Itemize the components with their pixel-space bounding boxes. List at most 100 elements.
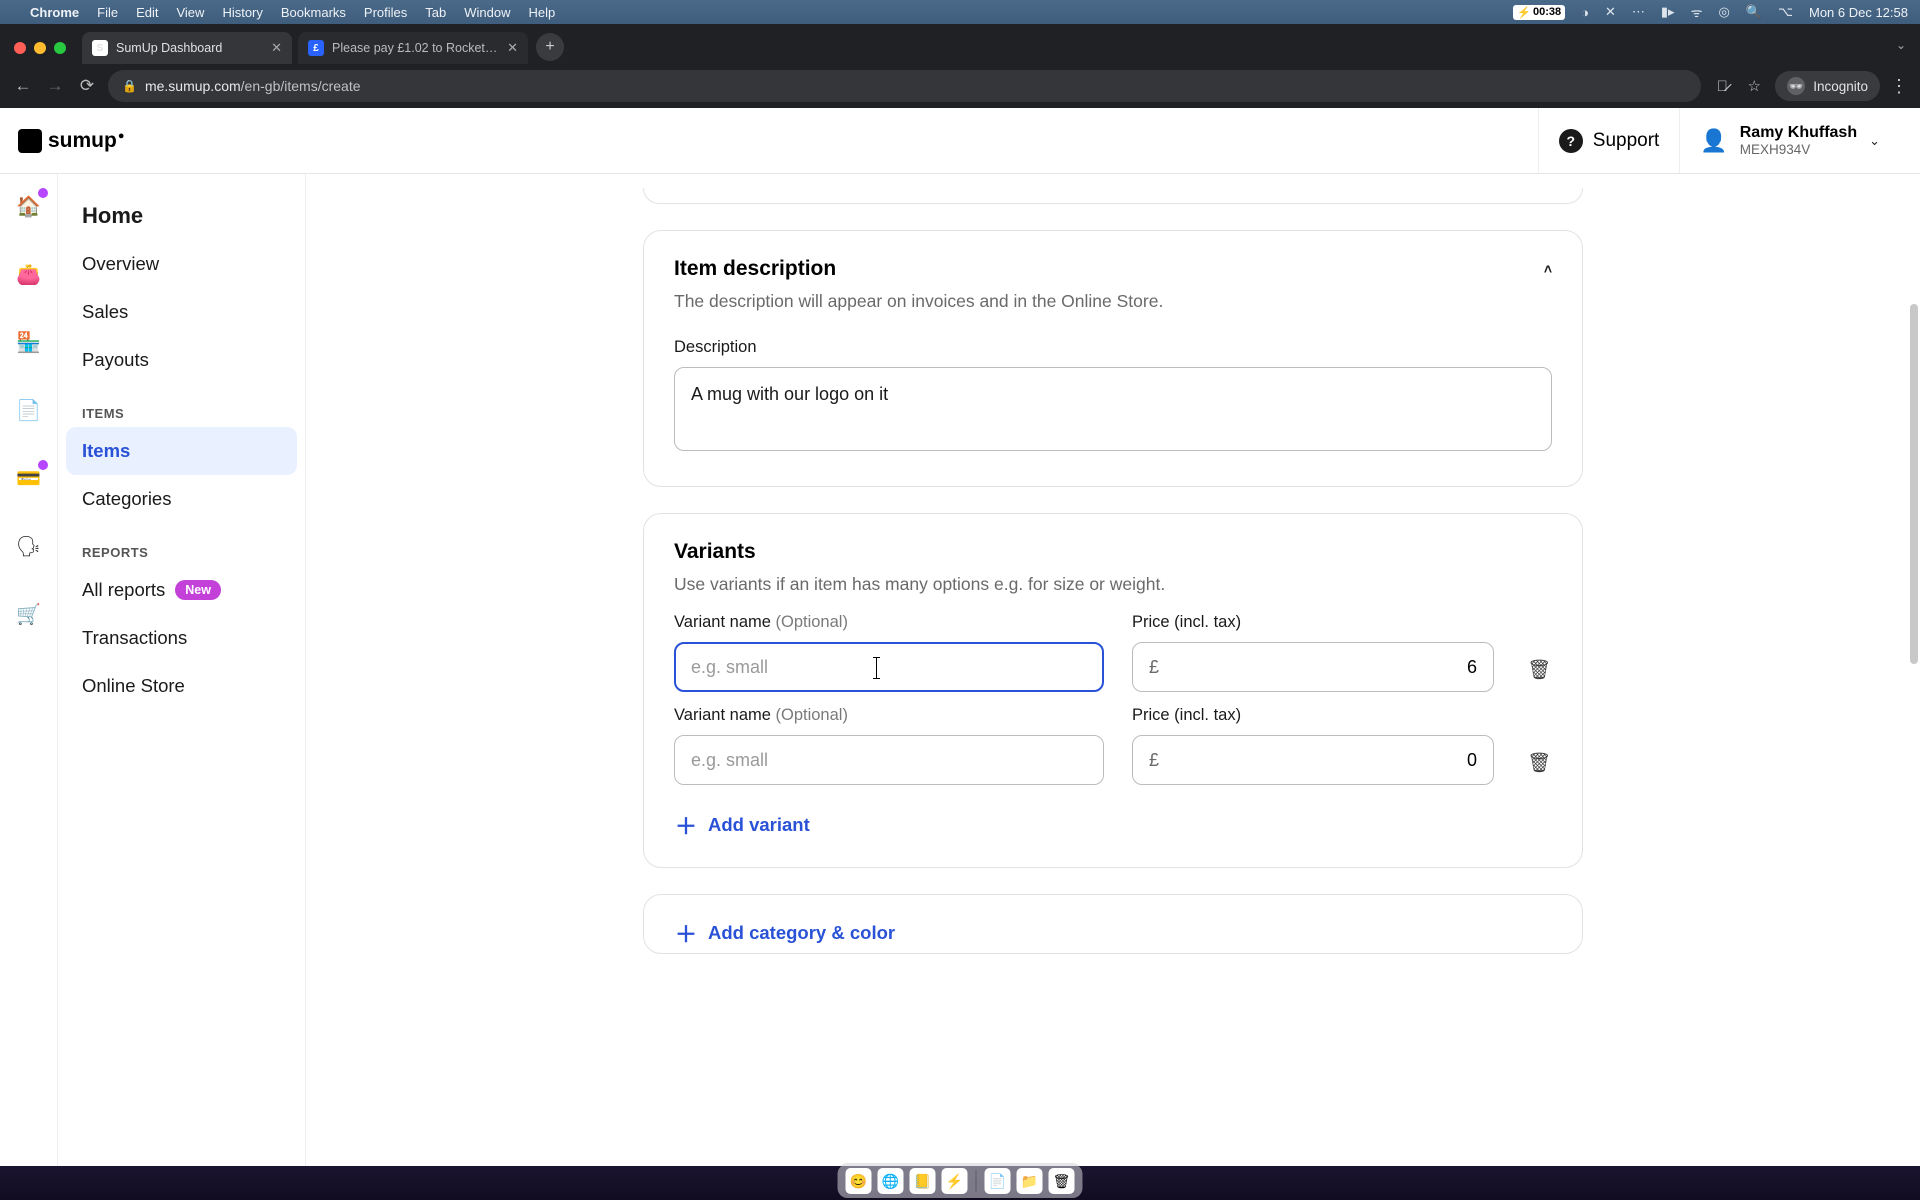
text-cursor-icon: [876, 658, 877, 678]
sidebar-item-overview[interactable]: Overview: [66, 240, 297, 288]
dock-app-icon[interactable]: ⚡: [942, 1168, 968, 1194]
tab-background[interactable]: £ Please pay £1.02 to Rocket Ge ✕: [298, 32, 528, 64]
variant-name-label: Variant name (Optional): [674, 706, 1104, 725]
window-close-button[interactable]: [14, 42, 26, 54]
sidebar-item-label: All reports: [82, 579, 165, 601]
description-input[interactable]: [674, 367, 1552, 451]
address-bar[interactable]: 🔒 me.sumup.com/en-gb/items/create: [108, 70, 1701, 102]
mac-app-name[interactable]: Chrome: [30, 5, 79, 20]
sidebar-item-transactions[interactable]: Transactions: [66, 614, 297, 662]
bookmark-star-icon[interactable]: ☆: [1743, 77, 1765, 95]
new-tab-button[interactable]: +: [536, 33, 564, 61]
category-card: ＋ Add category & color: [643, 894, 1583, 954]
add-category-button[interactable]: ＋ Add category & color: [674, 921, 1552, 945]
browser-toolbar: ← → ⟳ 🔒 me.sumup.com/en-gb/items/create …: [0, 64, 1920, 108]
menubar-icon-3[interactable]: ⋯: [1632, 4, 1645, 20]
rail-cart-icon[interactable]: 🛒: [16, 602, 42, 626]
card-title: Item description: [674, 257, 836, 281]
window-minimize-button[interactable]: [34, 42, 46, 54]
mac-clock[interactable]: Mon 6 Dec 12:58: [1809, 5, 1908, 20]
dock-doc-icon[interactable]: 📄: [985, 1168, 1011, 1194]
tab-title: Please pay £1.02 to Rocket Ge: [332, 41, 499, 55]
sidebar-item-all-reports[interactable]: All reports New: [66, 566, 297, 614]
app-header: sumup● ? Support 👤 Ramy Khuffash MEXH934…: [0, 108, 1920, 174]
icon-rail: 🏠 👛 🏪 📄 💳 🗣 🛒: [0, 174, 58, 1166]
tab-active[interactable]: S SumUp Dashboard ✕: [82, 32, 292, 64]
variant-price-field[interactable]: [1169, 657, 1477, 678]
nav-forward-button[interactable]: →: [44, 76, 66, 96]
delete-variant-icon[interactable]: 🗑: [1527, 751, 1551, 775]
rail-home-icon[interactable]: 🏠: [16, 194, 42, 218]
mac-menu-history[interactable]: History: [222, 5, 262, 20]
dock-trash-icon[interactable]: 🗑: [1049, 1168, 1075, 1194]
tab-close-icon[interactable]: ✕: [507, 40, 518, 56]
mac-menu-profiles[interactable]: Profiles: [364, 5, 407, 20]
rail-wallet-icon[interactable]: 👛: [16, 262, 42, 286]
tab-close-icon[interactable]: ✕: [271, 40, 282, 56]
mac-menu-tab[interactable]: Tab: [425, 5, 446, 20]
eye-off-icon[interactable]: 👁̷: [1711, 78, 1733, 95]
rail-doc-icon[interactable]: 📄: [16, 398, 42, 422]
variant-name-input[interactable]: [674, 642, 1104, 692]
delete-variant-icon[interactable]: 🗑: [1527, 658, 1551, 682]
mac-menu-help[interactable]: Help: [529, 5, 556, 20]
mac-menu-view[interactable]: View: [176, 5, 204, 20]
sidebar-item-categories[interactable]: Categories: [66, 475, 297, 523]
control-center-icon[interactable]: ⌥: [1778, 4, 1793, 20]
battery-status[interactable]: ⚡00:38: [1513, 5, 1565, 20]
variant-price-input[interactable]: £: [1132, 642, 1494, 692]
variant-name-field[interactable]: [691, 657, 1087, 678]
mac-menu-window[interactable]: Window: [464, 5, 510, 20]
variant-price-input[interactable]: £: [1132, 735, 1494, 785]
wifi-icon[interactable]: ᯤ: [1691, 3, 1703, 21]
menubar-user-icon[interactable]: ◎: [1718, 4, 1729, 20]
variant-name-input[interactable]: [674, 735, 1104, 785]
dock-folder-icon[interactable]: 📁: [1017, 1168, 1043, 1194]
spotlight-icon[interactable]: 🔍: [1746, 4, 1762, 20]
variant-price-field[interactable]: [1169, 750, 1477, 771]
window-zoom-button[interactable]: [54, 42, 66, 54]
browser-menu-button[interactable]: ⋮: [1890, 76, 1908, 97]
menubar-power-icon[interactable]: ▮▸: [1661, 4, 1675, 20]
browser-chrome: S SumUp Dashboard ✕ £ Please pay £1.02 t…: [0, 24, 1920, 108]
nav-back-button[interactable]: ←: [12, 76, 34, 96]
incognito-indicator[interactable]: 🕶 Incognito: [1775, 71, 1880, 101]
variant-price-label: Price (incl. tax): [1132, 613, 1494, 632]
mac-menu-edit[interactable]: Edit: [136, 5, 158, 20]
sidebar-item-items[interactable]: Items: [66, 427, 297, 475]
add-variant-button[interactable]: ＋ Add variant: [674, 813, 1552, 837]
mac-menu-file[interactable]: File: [97, 5, 118, 20]
tabs-expand-icon[interactable]: ⌄: [1896, 38, 1906, 52]
previous-card-edge: [643, 188, 1583, 204]
window-controls: [8, 42, 76, 64]
variant-row: Variant name (Optional) Price (incl. tax…: [674, 613, 1552, 692]
scrollbar-thumb[interactable]: [1910, 304, 1918, 664]
sidebar-item-payouts[interactable]: Payouts: [66, 336, 297, 384]
rail-refer-icon[interactable]: 🗣: [16, 534, 42, 558]
sidebar-item-home[interactable]: Home: [66, 192, 297, 240]
mac-menu-bookmarks[interactable]: Bookmarks: [281, 5, 346, 20]
support-link[interactable]: ? Support: [1538, 108, 1680, 173]
currency-label: £: [1149, 750, 1159, 771]
brand-logo[interactable]: sumup●: [18, 129, 125, 153]
tab-favicon: S: [92, 40, 108, 56]
variant-name-field[interactable]: [691, 750, 1087, 771]
profile-menu[interactable]: 👤 Ramy Khuffash MEXH934V ⌄: [1679, 108, 1902, 173]
rail-shop-icon[interactable]: 🏪: [16, 330, 42, 354]
dock-finder-icon[interactable]: 😊: [846, 1168, 872, 1194]
menubar-icon-1[interactable]: ◑: [1581, 5, 1589, 20]
nav-reload-button[interactable]: ⟳: [76, 76, 98, 96]
menubar-icon-2[interactable]: ✕: [1605, 4, 1616, 20]
dock-chrome-icon[interactable]: 🌐: [878, 1168, 904, 1194]
rail-card-icon[interactable]: 💳: [16, 466, 42, 490]
scrollbar[interactable]: [1910, 304, 1918, 864]
sidebar-item-sales[interactable]: Sales: [66, 288, 297, 336]
dock-notes-icon[interactable]: 📒: [910, 1168, 936, 1194]
variant-row: Variant name (Optional) Price (incl. tax…: [674, 706, 1552, 785]
sidebar-group-reports: REPORTS: [66, 523, 297, 566]
avatar-icon: 👤: [1700, 128, 1727, 154]
support-label: Support: [1593, 130, 1660, 152]
app-viewport: sumup● ? Support 👤 Ramy Khuffash MEXH934…: [0, 108, 1920, 1166]
sidebar-item-online-store[interactable]: Online Store: [66, 662, 297, 710]
collapse-icon[interactable]: ˄: [1544, 261, 1552, 277]
